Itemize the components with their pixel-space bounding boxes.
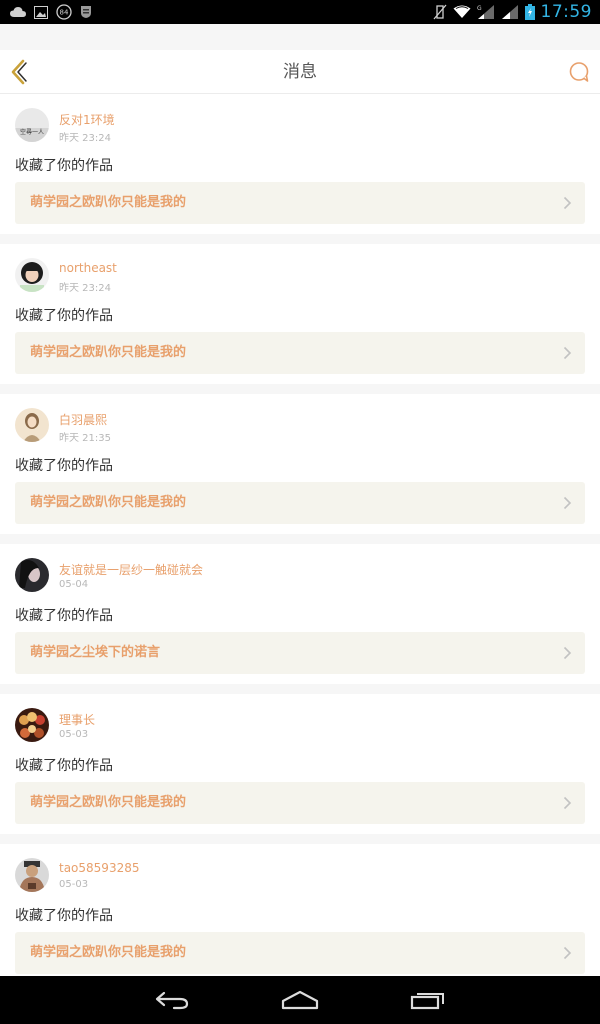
work-link[interactable]: 萌学园之欧趴你只能是我的	[15, 932, 585, 974]
avatar[interactable]	[15, 558, 49, 592]
badge-number: 84	[60, 9, 69, 17]
message-time: 05-03	[59, 729, 89, 740]
message-username[interactable]: 理事长	[59, 711, 95, 728]
work-title: 萌学园之欧趴你只能是我的	[30, 345, 187, 360]
message-item: 友谊就是一层纱一触碰就会 05-04 收藏了你的作品 萌学园之尘埃下的诺言	[0, 544, 600, 684]
work-link[interactable]: 萌学园之尘埃下的诺言	[15, 632, 585, 674]
chevron-right-icon	[563, 196, 572, 210]
work-title: 萌学园之欧趴你只能是我的	[30, 945, 187, 960]
message-username[interactable]: 反对1环境	[59, 111, 115, 128]
status-bar-right: G 17:59	[433, 2, 600, 22]
badge-84-icon: 84	[56, 4, 72, 20]
work-title: 萌学园之欧趴你只能是我的	[30, 195, 187, 210]
message-action: 收藏了你的作品	[15, 758, 113, 774]
message-time: 05-04	[59, 579, 89, 590]
message-action: 收藏了你的作品	[15, 458, 113, 474]
message-username[interactable]: 白羽晨熙	[59, 411, 107, 428]
shield-icon	[80, 5, 92, 19]
message-time: 昨天 23:24	[59, 133, 111, 144]
message-action: 收藏了你的作品	[15, 608, 113, 624]
chevron-right-icon	[563, 946, 572, 960]
message-time: 昨天 21:35	[59, 433, 111, 444]
message-username[interactable]: northeast	[59, 261, 117, 275]
message-action: 收藏了你的作品	[15, 158, 113, 174]
chevron-right-icon	[563, 646, 572, 660]
avatar[interactable]	[15, 708, 49, 742]
message-action: 收藏了你的作品	[15, 908, 113, 924]
avatar-girl-icon	[15, 258, 49, 292]
navigation-bar	[0, 976, 600, 1024]
work-link[interactable]: 萌学园之欧趴你只能是我的	[15, 482, 585, 524]
work-link[interactable]: 萌学园之欧趴你只能是我的	[15, 782, 585, 824]
app-header: 消息	[0, 50, 600, 94]
status-bar: 84 G 17:59	[0, 0, 600, 24]
avatar[interactable]	[15, 258, 49, 292]
message-item: tao58593285 05-03 收藏了你的作品 萌学园之欧趴你只能是我的	[0, 844, 600, 976]
avatar-text: 空尋一人	[20, 128, 44, 136]
message-time: 昨天 23:24	[59, 283, 111, 294]
battery-icon	[524, 4, 535, 20]
wifi-icon	[453, 5, 471, 19]
header-spacer	[0, 24, 600, 50]
message-username[interactable]: tao58593285	[59, 861, 139, 875]
chat-bubble-icon	[569, 62, 589, 82]
home-nav-icon	[281, 990, 319, 1010]
recents-nav-icon	[410, 993, 444, 1010]
message-time: 05-03	[59, 879, 89, 890]
signal-2-icon	[501, 4, 519, 20]
work-title: 萌学园之尘埃下的诺言	[30, 645, 161, 660]
avatar-man-icon	[15, 858, 49, 892]
image-icon	[34, 5, 48, 19]
work-link[interactable]: 萌学园之欧趴你只能是我的	[15, 182, 585, 224]
avatar-group-icon	[15, 708, 49, 742]
message-item: 理事长 05-03 收藏了你的作品 萌学园之欧趴你只能是我的	[0, 694, 600, 834]
avatar-text-icon: 空尋一人	[15, 108, 49, 142]
message-item: 白羽晨熙 昨天 21:35 收藏了你的作品 萌学园之欧趴你只能是我的	[0, 394, 600, 534]
vibrate-icon	[433, 4, 447, 20]
message-item: northeast 昨天 23:24 收藏了你的作品 萌学园之欧趴你只能是我的	[0, 244, 600, 384]
avatar-dark-icon	[15, 558, 49, 592]
work-title: 萌学园之欧趴你只能是我的	[30, 795, 187, 810]
message-username[interactable]: 友谊就是一层纱一触碰就会	[59, 561, 203, 578]
avatar[interactable]	[15, 858, 49, 892]
work-title: 萌学园之欧趴你只能是我的	[30, 495, 187, 510]
nav-home-button[interactable]	[260, 976, 340, 1024]
work-link[interactable]: 萌学园之欧趴你只能是我的	[15, 332, 585, 374]
avatar-portrait-icon	[15, 408, 49, 442]
status-bar-left: 84	[0, 4, 92, 20]
cloud-icon	[10, 6, 26, 18]
status-time: 17:59	[540, 2, 592, 22]
avatar[interactable]	[15, 408, 49, 442]
message-item: 空尋一人 反对1环境 昨天 23:24 收藏了你的作品 萌学园之欧趴你只能是我的	[0, 94, 600, 234]
chevron-right-icon	[563, 346, 572, 360]
avatar[interactable]: 空尋一人	[15, 108, 49, 142]
svg-text:G: G	[477, 5, 482, 12]
back-nav-icon	[155, 991, 189, 1010]
signal-icon: G	[477, 4, 495, 20]
message-list[interactable]: 空尋一人 反对1环境 昨天 23:24 收藏了你的作品 萌学园之欧趴你只能是我的…	[0, 94, 600, 976]
nav-recents-button[interactable]	[388, 976, 468, 1024]
chat-button[interactable]	[568, 61, 590, 83]
message-action: 收藏了你的作品	[15, 308, 113, 324]
chevron-right-icon	[563, 496, 572, 510]
nav-back-button[interactable]	[132, 976, 212, 1024]
chevron-right-icon	[563, 796, 572, 810]
page-title: 消息	[283, 62, 317, 82]
